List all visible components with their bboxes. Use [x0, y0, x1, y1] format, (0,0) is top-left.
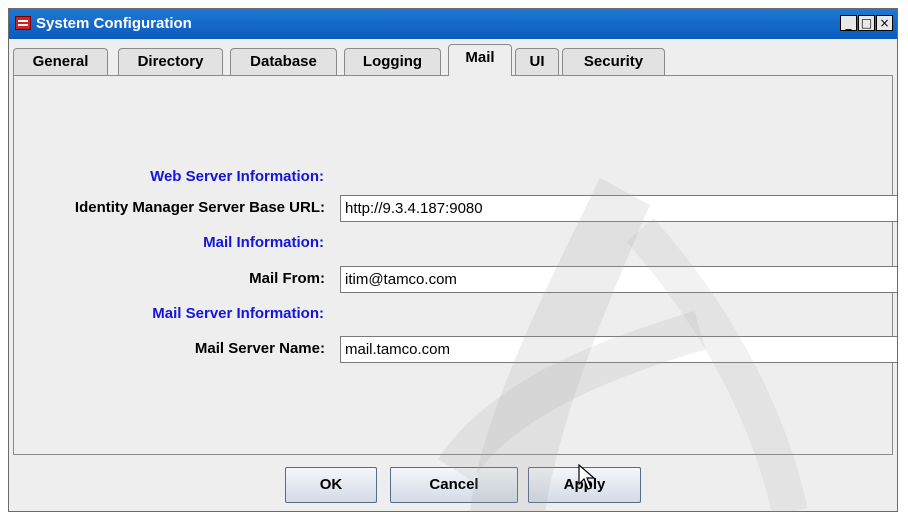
base-url-label: Identity Manager Server Base URL:: [74, 199, 325, 216]
web-server-section-heading: Web Server Information:: [150, 168, 324, 185]
mail-settings-panel: Web Server Information: Identity Manager…: [13, 75, 897, 455]
tab-general[interactable]: General: [13, 48, 108, 75]
tab-directory[interactable]: Directory: [118, 48, 223, 75]
mail-from-field[interactable]: itim@tamco.com: [340, 266, 897, 293]
ok-button[interactable]: OK: [285, 467, 377, 503]
app-icon: [15, 16, 31, 30]
mouse-pointer-icon: [578, 464, 596, 490]
dialog-button-bar: OK Cancel Apply: [9, 455, 897, 511]
base-url-field[interactable]: http://9.3.4.187:9080: [340, 195, 897, 222]
mail-server-name-field[interactable]: mail.tamco.com: [340, 336, 897, 363]
minimize-button[interactable]: _: [840, 15, 857, 31]
tab-strip: General Directory Database Logging Mail …: [9, 43, 897, 76]
mail-section-heading: Mail Information:: [203, 234, 324, 251]
window-controls: _ □ ×: [840, 15, 893, 31]
tab-ui[interactable]: UI: [515, 48, 559, 75]
mail-server-section-heading: Mail Server Information:: [152, 305, 324, 322]
title-bar[interactable]: System Configuration _ □ ×: [9, 9, 897, 39]
mail-from-label: Mail From:: [249, 270, 325, 287]
tab-security[interactable]: Security: [562, 48, 665, 75]
cancel-button[interactable]: Cancel: [390, 467, 518, 503]
mail-server-name-label: Mail Server Name:: [194, 340, 325, 357]
tab-mail[interactable]: Mail: [448, 44, 512, 76]
window-title: System Configuration: [36, 15, 192, 32]
system-configuration-window: System Configuration _ □ × General Direc…: [8, 8, 898, 512]
tab-database[interactable]: Database: [230, 48, 337, 75]
tab-logging[interactable]: Logging: [344, 48, 441, 75]
close-button[interactable]: ×: [876, 15, 893, 31]
maximize-button[interactable]: □: [858, 15, 875, 31]
